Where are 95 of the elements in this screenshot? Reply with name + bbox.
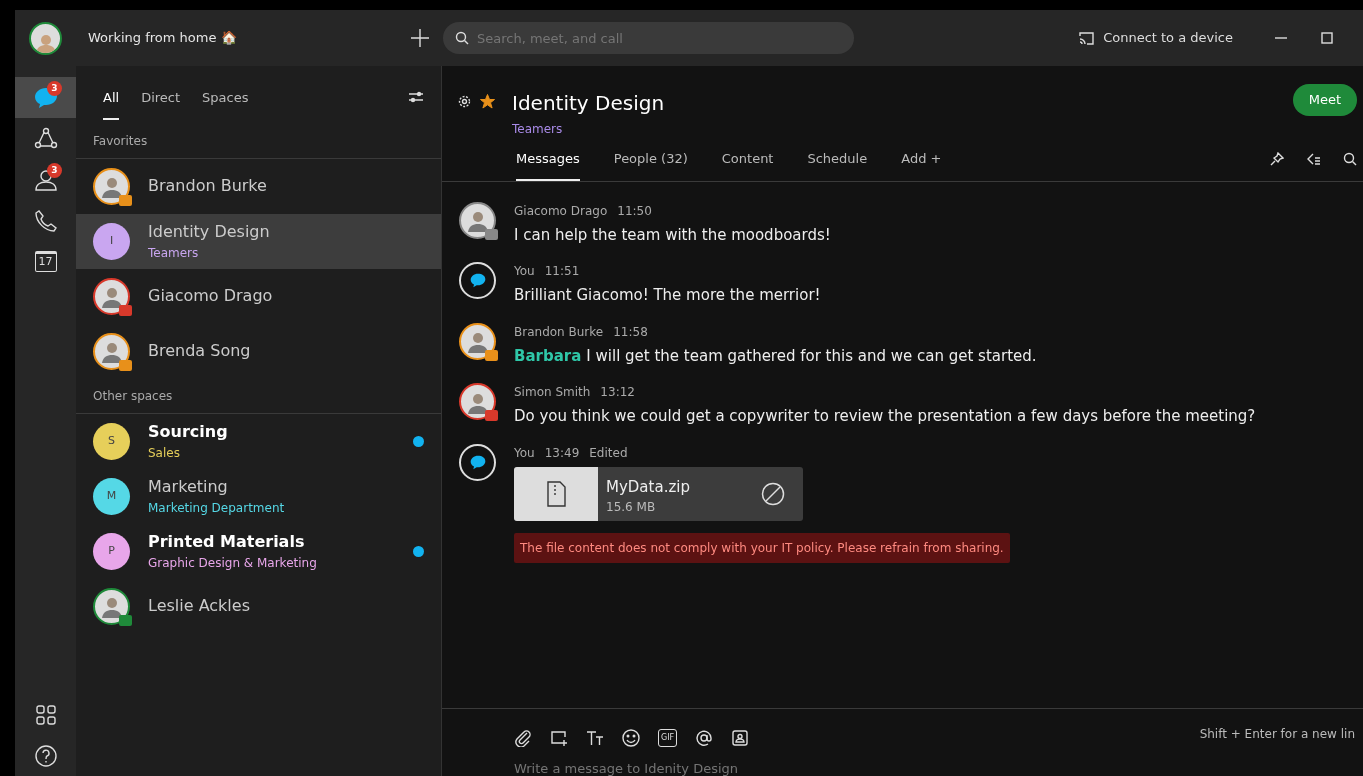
self-avatar (459, 262, 496, 299)
section-label: Other spaces (76, 378, 441, 414)
search-icon (455, 31, 469, 45)
message-time: 11:58 (613, 323, 648, 341)
conversation-subtitle: Teamers (148, 245, 200, 262)
space-avatar: S (93, 422, 130, 460)
calendar-icon: 17 (34, 251, 57, 272)
space-avatar: P (93, 532, 130, 570)
contact-card-icon[interactable] (731, 729, 750, 747)
meet-button[interactable]: Meet (1292, 84, 1357, 116)
file-attachment[interactable]: MyData.zip 15.6 MB (514, 466, 803, 521)
space-avatar: I (93, 222, 130, 260)
conversation-item[interactable]: P Printed Materials Graphic Design & Marketing (76, 523, 441, 579)
search-field[interactable]: Search, meet, and call (443, 22, 854, 54)
self-avatar (459, 443, 496, 481)
text-format-icon[interactable] (586, 729, 604, 747)
edited-label: Edited (589, 444, 628, 462)
pin-icon[interactable] (1269, 151, 1284, 167)
space-title: Identity Design (512, 90, 665, 117)
file-icon (546, 480, 566, 507)
author-name: You (514, 263, 535, 280)
space-tab[interactable]: People (32) (613, 149, 688, 181)
conversation-name: Sourcing (148, 421, 228, 443)
author-name: Brandon Burke (514, 323, 604, 341)
gif-button[interactable]: GIF (658, 729, 678, 747)
filter-tab[interactable]: Spaces (202, 82, 249, 120)
message-input[interactable]: Write a message to Idenity Design (514, 759, 1014, 776)
conversation-subtitle: Sales (148, 445, 181, 462)
conversation-name: Printed Materials (148, 531, 306, 553)
connect-device-button[interactable]: Connect to a device (1079, 28, 1233, 48)
shortcut-hint: Shift + Enter for a new lin (1199, 726, 1355, 743)
mention-icon[interactable] (695, 729, 714, 747)
status-text[interactable]: Working from home 🏠 (88, 28, 237, 48)
calendar-tab[interactable]: 17 (15, 241, 76, 282)
conversation-item[interactable]: Giacomo Drago (76, 268, 441, 324)
space-tab[interactable]: Messages (516, 149, 580, 181)
message-text: I can help the team with the moodboards! (514, 224, 831, 246)
whiteboard-icon[interactable] (550, 729, 568, 747)
star-icon[interactable] (480, 94, 495, 109)
author-name: You (514, 444, 535, 462)
file-name: MyData.zip (606, 476, 691, 498)
contacts-icon (33, 167, 58, 192)
add-icon[interactable] (410, 28, 430, 48)
conversation-name: Marketing (148, 476, 229, 498)
conversation-item[interactable]: Brandon Burke (76, 158, 441, 214)
message-time: 11:50 (617, 202, 652, 220)
space-tab[interactable]: Add + (901, 149, 942, 181)
conversation-item[interactable]: I Identity Design Teamers (76, 213, 441, 269)
user-avatar[interactable] (29, 21, 62, 55)
conversation-item[interactable]: S Sourcing Sales (76, 413, 441, 469)
blocked-icon (761, 481, 785, 506)
message-text: I will get the team gathered for this and we can get started. (586, 345, 1037, 367)
conversation-name: Leslie Ackles (148, 595, 250, 617)
file-size: 15.6 MB (606, 499, 657, 516)
filter-tab[interactable]: All (103, 82, 120, 120)
conversation-name: Brenda Song (148, 340, 251, 362)
conversation-name: Giacomo Drago (148, 285, 273, 307)
space-avatar: M (93, 477, 130, 515)
emoji-icon[interactable] (622, 729, 640, 747)
conversation-item[interactable]: Brenda Song (76, 323, 441, 379)
author-name: Giacomo Drago (514, 202, 608, 220)
teams-icon (33, 126, 58, 151)
space-tab[interactable]: Content (721, 149, 774, 181)
maximize-icon[interactable] (1321, 32, 1333, 44)
notification-badge: 3 (47, 163, 62, 178)
help-icon[interactable] (34, 744, 57, 767)
section-label: Favorites (76, 123, 441, 159)
message-text: Brilliant Giacomo! The more the merrior! (514, 285, 821, 306)
filter-icon[interactable] (408, 90, 424, 103)
reply-list-icon[interactable] (1306, 151, 1321, 167)
apps-icon[interactable] (35, 704, 56, 725)
author-name: Simon Smith (514, 384, 591, 401)
space-subtitle: Teamers (512, 121, 564, 138)
space-tab[interactable]: Schedule (807, 149, 868, 181)
conversation-name: Identity Design (148, 221, 270, 243)
contacts-tab[interactable]: 3 (15, 159, 76, 200)
conversation-subtitle: Marketing Department (148, 500, 285, 517)
cast-icon (1079, 31, 1095, 45)
settings-icon[interactable] (458, 95, 471, 108)
message-time: 11:51 (544, 263, 580, 280)
notification-badge: 3 (47, 81, 62, 96)
chat-tab[interactable]: 3 (15, 77, 76, 118)
message-text: Do you think we could get a copywriter to review the presentation a few days before the meeting? (514, 406, 1256, 427)
mention-link[interactable]: Barbara (514, 344, 582, 367)
message-time: 13:49 (544, 444, 580, 462)
conversation-name: Brandon Burke (148, 175, 267, 197)
search-icon[interactable] (1343, 151, 1357, 166)
filter-tab[interactable]: Direct (141, 82, 181, 120)
conversation-item[interactable]: M Marketing Marketing Department (76, 468, 441, 524)
message-time: 13:12 (600, 384, 635, 401)
conversation-subtitle: Graphic Design & Marketing (148, 555, 317, 572)
phone-icon (33, 208, 58, 233)
conversation-item[interactable]: Leslie Ackles (76, 578, 441, 634)
attach-icon[interactable] (514, 729, 532, 747)
policy-warning: The file content does not comply with your IT policy. Please refrain from sharing. (514, 532, 1010, 563)
